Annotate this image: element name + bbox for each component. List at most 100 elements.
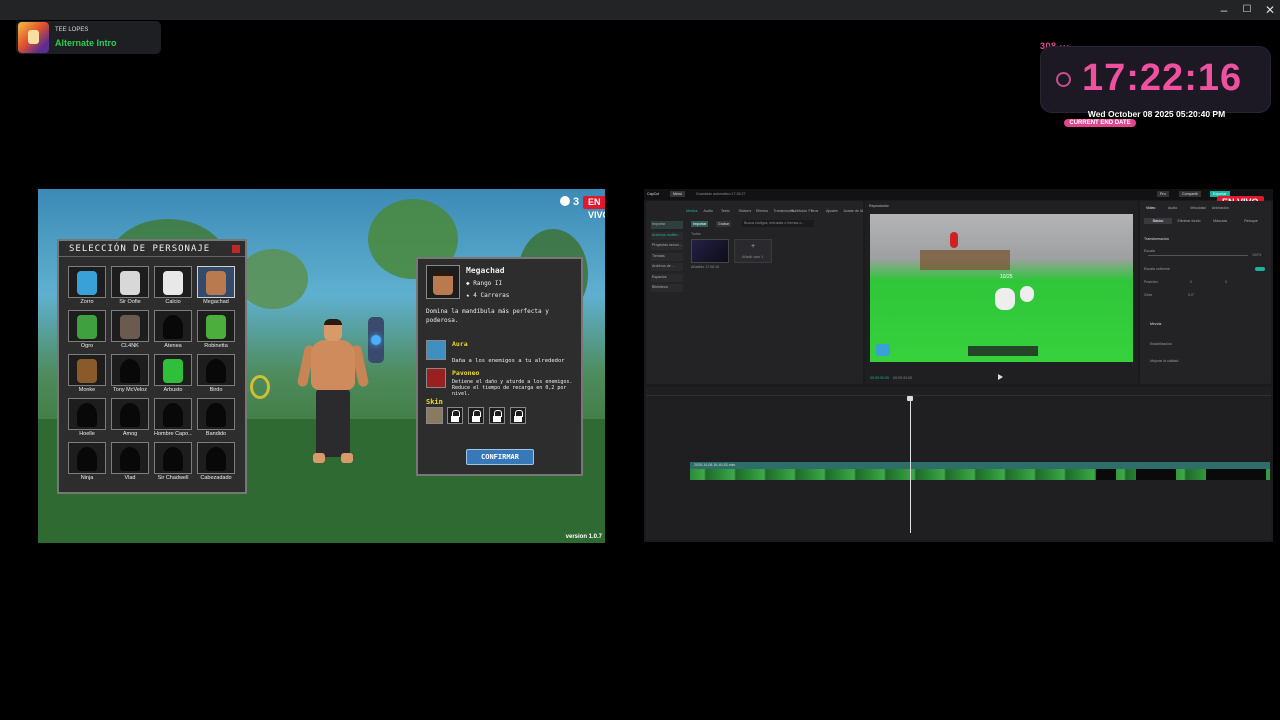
character-slot[interactable]: Calcio [154,266,192,306]
player-preview: 10/25 [870,214,1133,362]
timeline-clip-header[interactable]: 2025-10-08 16-40-53.mkv [690,462,1270,469]
clock-date: Wed October 08 2025 05:20:40 PM [1087,109,1226,119]
media-filter-label: Todos [691,232,701,236]
share-button[interactable]: Compartir [1179,191,1201,197]
lock-icon[interactable] [489,407,505,424]
left-nav-item[interactable]: Tiendas [651,252,683,261]
timeline-toolbar [646,387,1271,396]
background-tree [238,249,308,309]
close-icon[interactable]: ✕ [1262,2,1278,18]
character-slot[interactable]: Sir Oofie [111,266,149,306]
character-slot[interactable]: Hombre Capo... [154,398,192,438]
character-slot[interactable]: Megachad [197,266,235,306]
left-nav-item[interactable]: Proyectos secun... [651,242,683,250]
close-icon[interactable] [232,245,240,253]
maximize-icon[interactable]: ☐ [1239,2,1255,18]
confirm-button[interactable]: CONFIRMAR [466,449,534,465]
media-toolbar: Medios Audio Texto Stickers Efectos Transicio… [682,203,864,215]
import-tab[interactable]: Importar [691,221,709,227]
character-slot[interactable]: Ogro [68,310,106,350]
pavoneo-ability-icon[interactable] [426,368,446,388]
play-icon[interactable] [998,374,1003,380]
character-avatar [163,447,183,471]
timeline-video-track[interactable] [690,469,1270,480]
toolbar-item[interactable]: Avatar de IA [844,209,864,213]
position-x-value[interactable]: 0 [1190,280,1192,284]
character-slot[interactable]: Ninja [68,442,106,482]
character-slot[interactable]: Monke [68,354,106,394]
left-nav-item[interactable]: Espacios [651,273,683,282]
uniform-scale-toggle[interactable] [1255,267,1265,271]
properties-tab[interactable]: Velocidad [1190,206,1206,210]
playhead-handle[interactable] [907,396,913,401]
toolbar-item[interactable]: Medios [686,209,698,213]
media-search-input[interactable]: Busca códigos, entradas o formas o... [742,220,814,227]
character-slot[interactable]: Zorro [68,266,106,306]
toolbar-item[interactable]: Texto [721,209,730,213]
character-slot-frame [197,266,235,298]
character-slot[interactable]: Tony McVeloz [111,354,149,394]
editor-menu-button[interactable]: Menú [670,191,685,197]
add-media-label: Añadir cant 1 [742,255,764,259]
character-avatar [206,359,226,383]
character-slot-name: Birdo [209,387,223,393]
skin-option-default[interactable] [426,407,443,424]
lock-icon[interactable] [510,407,526,424]
character-slot[interactable]: Birdo [197,354,235,394]
lock-icon[interactable] [447,407,463,424]
character-slot[interactable]: Robinetta [197,310,235,350]
aura-ability-icon[interactable] [426,340,446,360]
left-nav-item[interactable]: Archivos multim... [651,231,683,240]
lock-icon[interactable] [468,407,484,424]
timeline-playhead[interactable] [910,397,911,533]
player-title: Reproductor [869,204,889,208]
rank-text: Rango II [473,280,503,287]
properties-subtab[interactable]: Máscara [1206,218,1234,224]
clock-label-badge: CURRENT END DATE [1064,119,1136,127]
character-avatar [206,271,226,295]
character-name: Megachad [466,266,505,275]
character-avatar [120,271,140,295]
character-slot[interactable]: Arbusto [154,354,192,394]
properties-subtab[interactable]: Básico [1144,218,1172,224]
pro-button[interactable]: Pro [1157,191,1169,197]
toolbar-item[interactable]: Subtítulos [791,209,807,213]
preview-balloon [950,232,958,248]
record-tab[interactable]: Grabar [716,221,732,227]
minimize-icon[interactable]: – [1216,2,1232,18]
position-y-value[interactable]: 0 [1225,280,1227,284]
properties-label: Mejorar la calidad [1150,359,1179,363]
properties-tab[interactable]: Vídeo [1146,206,1155,210]
toolbar-item[interactable]: Ajustes [826,209,838,213]
toolbar-item[interactable]: Audio [704,209,713,213]
scale-slider[interactable] [1148,255,1248,256]
character-portrait [426,265,460,299]
properties-subtab[interactable]: Eliminar fondo [1175,218,1203,224]
properties-label: Escala uniforme [1144,267,1170,271]
preview-enemy [1020,286,1034,302]
shield-icon [250,375,270,399]
toolbar-item[interactable]: Filtros [809,209,819,213]
toolbar-item[interactable]: Efectos [756,209,768,213]
rotation-value[interactable]: 0.0° [1188,293,1194,297]
character-slot[interactable]: CL4NK [111,310,149,350]
character-slot[interactable]: Cabezadado [197,442,235,482]
left-nav-item[interactable]: Biblioteca [651,284,683,292]
left-nav-item[interactable]: Archivos de ... [651,263,683,271]
toolbar-item[interactable]: Stickers [739,209,752,213]
properties-tab[interactable]: Animación [1212,206,1229,210]
editor-app-name: CapCut [647,192,660,196]
plus-icon[interactable]: + [734,239,772,263]
properties-tab[interactable]: Audio [1168,206,1177,210]
character-slot[interactable]: Amog [111,398,149,438]
preview-ability-icon [876,344,890,356]
character-slot[interactable]: Sir Chadwell [154,442,192,482]
character-slot[interactable]: Bandido [197,398,235,438]
scale-value[interactable]: 100% [1252,253,1261,257]
left-nav-item[interactable]: Importar [651,221,683,229]
properties-subtab[interactable]: Retoque [1237,218,1265,224]
character-slot[interactable]: Hoelle [68,398,106,438]
character-slot[interactable]: Atenea [154,310,192,350]
character-slot[interactable]: Vlad [111,442,149,482]
media-thumbnail[interactable] [691,239,729,263]
